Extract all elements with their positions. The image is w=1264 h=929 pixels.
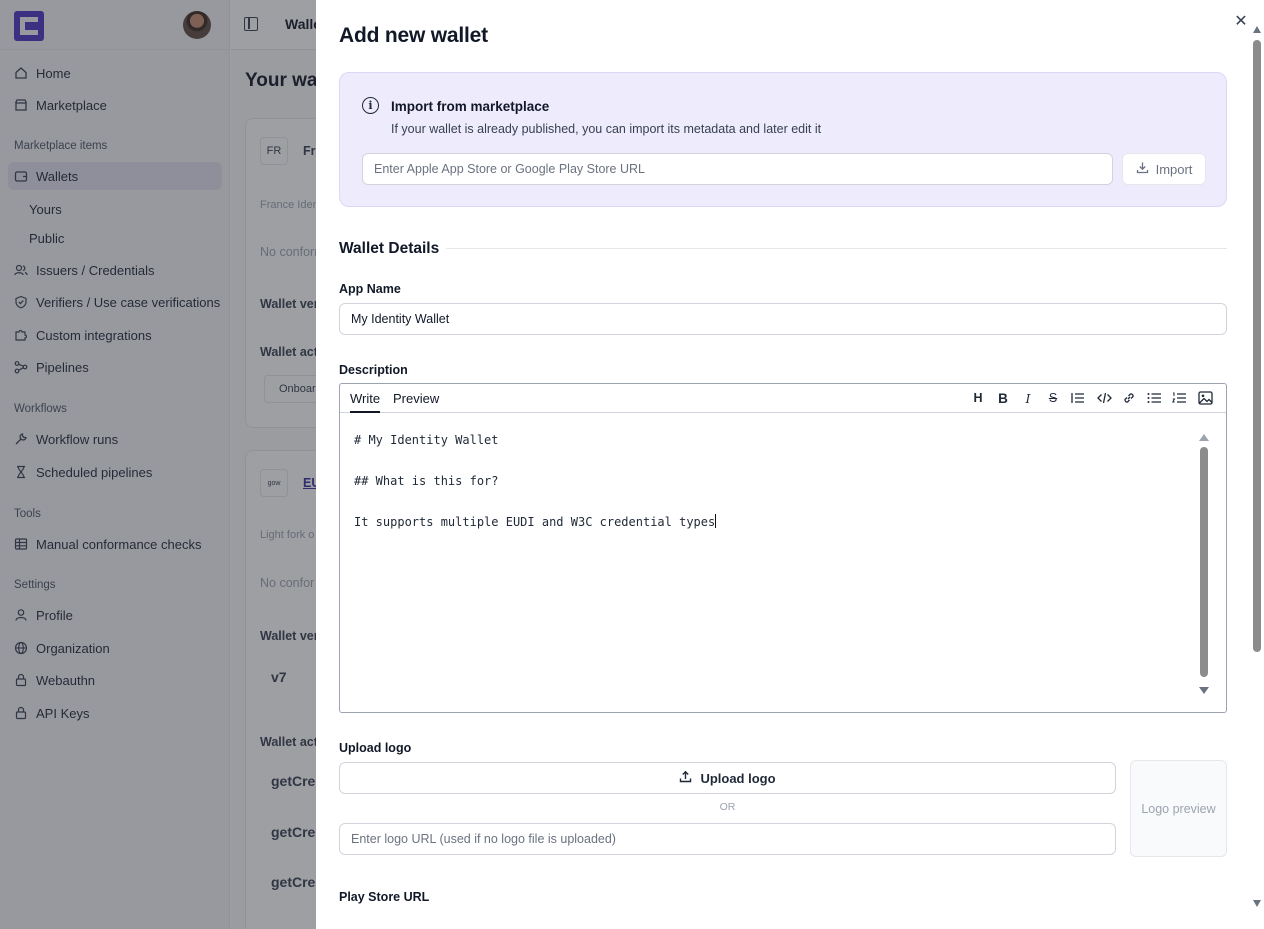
import-panel: i Import from marketplace If your wallet…	[339, 72, 1227, 207]
editor-line: ## What is this for?	[354, 474, 499, 488]
info-icon: i	[362, 97, 379, 114]
code-icon[interactable]	[1095, 389, 1113, 407]
description-label: Description	[339, 363, 408, 377]
dialog-scrollbar[interactable]	[1250, 22, 1264, 907]
download-icon	[1136, 161, 1149, 177]
quote-icon[interactable]	[1069, 389, 1087, 407]
markdown-editor: Write Preview H B I S # My Identity Wall…	[339, 383, 1227, 713]
app-name-input[interactable]	[339, 303, 1227, 335]
scroll-up-icon[interactable]	[1253, 26, 1261, 33]
app-name-label: App Name	[339, 282, 401, 296]
image-icon[interactable]	[1196, 389, 1214, 407]
import-description: If your wallet is already published, you…	[391, 122, 822, 136]
link-icon[interactable]	[1120, 389, 1138, 407]
scroll-thumb[interactable]	[1253, 40, 1261, 652]
editor-line-text: It supports multiple EUDI and W3C creden…	[354, 515, 716, 529]
editor-toolbar: Write Preview H B I S	[340, 384, 1226, 413]
scroll-thumb[interactable]	[1200, 447, 1208, 677]
scroll-down-icon[interactable]	[1253, 900, 1261, 907]
import-button[interactable]: Import	[1122, 153, 1206, 185]
play-store-url-label: Play Store URL	[339, 890, 430, 904]
logo-url-input[interactable]	[339, 823, 1116, 855]
editor-line: # My Identity Wallet	[354, 433, 499, 447]
scroll-down-icon[interactable]	[1199, 687, 1209, 694]
strikethrough-icon[interactable]: S	[1044, 389, 1062, 407]
upload-button-label: Upload logo	[700, 770, 776, 786]
dialog-title: Add new wallet	[339, 24, 488, 47]
tab-write[interactable]: Write	[350, 391, 381, 413]
or-divider: OR	[719, 801, 736, 813]
upload-icon	[679, 770, 692, 786]
store-url-input[interactable]	[362, 153, 1113, 185]
heading-icon[interactable]: H	[969, 389, 987, 407]
bullet-list-icon[interactable]	[1145, 389, 1163, 407]
scroll-up-icon[interactable]	[1199, 434, 1209, 441]
tab-preview[interactable]: Preview	[393, 391, 439, 406]
editor-scrollbar[interactable]	[1199, 429, 1209, 694]
close-icon[interactable]: ✕	[1232, 12, 1250, 30]
editor-line-active: It supports multiple EUDI and W3C creden…	[354, 512, 717, 533]
upload-logo-label: Upload logo	[339, 741, 412, 755]
numbered-list-icon[interactable]	[1170, 389, 1188, 407]
italic-icon[interactable]: I	[1019, 389, 1037, 407]
import-title: Import from marketplace	[391, 99, 550, 114]
import-button-label: Import	[1155, 161, 1193, 177]
text-caret	[715, 514, 717, 528]
upload-logo-button[interactable]: Upload logo	[339, 762, 1116, 794]
logo-preview: Logo preview	[1130, 760, 1227, 857]
editor-textarea[interactable]: # My Identity Wallet ## What is this for…	[354, 430, 717, 533]
section-divider	[446, 248, 1227, 249]
section-title: Wallet Details	[339, 240, 440, 257]
add-wallet-dialog: ✕ Add new wallet i Import from marketpla…	[316, 0, 1264, 929]
bold-icon[interactable]: B	[994, 389, 1012, 407]
